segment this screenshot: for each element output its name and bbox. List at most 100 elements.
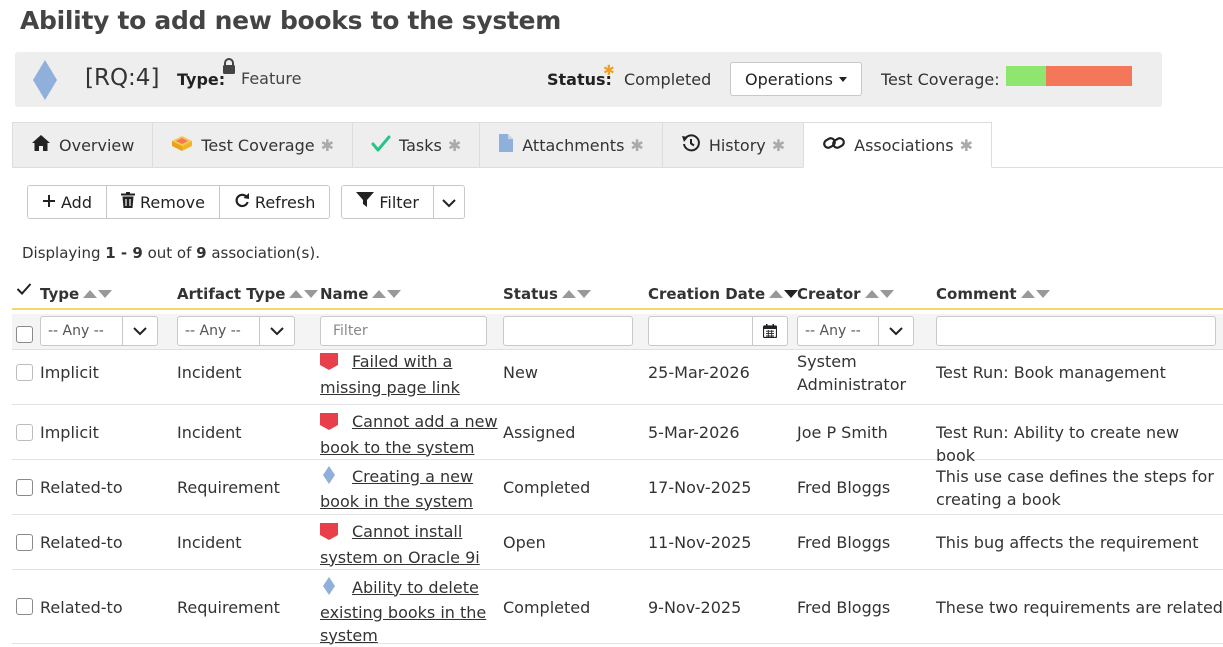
row-checkbox[interactable] xyxy=(16,478,33,496)
column-header-status[interactable]: Status xyxy=(503,285,591,303)
artifact-name-link[interactable]: book in the system xyxy=(320,492,473,511)
row-checkbox[interactable] xyxy=(16,598,33,615)
column-header-creator[interactable]: Creator xyxy=(797,285,894,303)
sort-arrows-icon xyxy=(561,290,591,298)
test-coverage-label: Test Coverage: xyxy=(881,70,1000,89)
test-coverage-bar[interactable] xyxy=(1006,66,1132,86)
cell-type: Related-to xyxy=(40,597,123,617)
column-header-comment[interactable]: Comment xyxy=(936,285,1050,303)
home-icon xyxy=(31,134,51,156)
artifact-name-link[interactable]: missing page link xyxy=(320,378,460,397)
cell-creator: System Administrator xyxy=(797,351,907,394)
display-count: Displaying 1 - 9 out of 9 association(s)… xyxy=(22,244,320,262)
tab-associations[interactable]: Associations ✱ xyxy=(803,122,992,168)
filter-dropdown-button[interactable] xyxy=(433,186,464,218)
refresh-button[interactable]: Refresh xyxy=(219,186,330,218)
operations-button[interactable]: Operations xyxy=(730,62,862,96)
artifact-token: [RQ:4] xyxy=(85,65,160,91)
artifact-name-link[interactable]: system xyxy=(320,626,378,645)
artifact-name-link[interactable]: Ability to delete xyxy=(352,578,479,597)
type-value: Feature xyxy=(241,69,302,88)
associations-toolbar: Add Remove Refresh Filter xyxy=(27,185,465,219)
tab-label: Tasks xyxy=(398,135,442,155)
document-icon xyxy=(498,133,514,157)
artifact-name-link[interactable]: existing books in the xyxy=(320,603,486,622)
row-checkbox[interactable] xyxy=(16,363,33,381)
cell-artifact-type: Incident xyxy=(177,533,242,552)
status-value: Completed xyxy=(624,70,712,89)
tab-overview[interactable]: Overview xyxy=(12,122,153,168)
filter-button[interactable]: Filter xyxy=(342,186,434,218)
column-header-type[interactable]: Type xyxy=(40,285,113,303)
cell-type: Related-to xyxy=(40,533,123,552)
cell-creation-date: 11-Nov-2025 xyxy=(648,533,752,552)
caret-down-icon xyxy=(838,76,847,82)
requirement-diamond-icon xyxy=(33,60,57,104)
sort-arrows-icon xyxy=(289,290,319,298)
tab-label: Test Coverage xyxy=(201,135,315,155)
cell-comment: This bug affects the requirement xyxy=(936,533,1199,552)
column-header-artifact-type[interactable]: Artifact Type xyxy=(177,285,319,303)
tab-test-coverage[interactable]: Test Coverage ✱ xyxy=(152,122,352,168)
artifact-name-link[interactable]: Failed with a xyxy=(352,352,452,371)
tab-history[interactable]: History ✱ xyxy=(661,122,804,168)
chevron-down-icon xyxy=(442,193,456,212)
artifact-name-link[interactable]: Creating a new xyxy=(352,467,473,486)
cell-creation-date: 25-Mar-2026 xyxy=(648,363,750,382)
row-checkbox[interactable] xyxy=(16,533,33,551)
incident-flag-icon xyxy=(320,412,338,436)
test-coverage-icon xyxy=(171,134,193,156)
select-all-check-icon[interactable] xyxy=(16,282,32,296)
tab-tasks[interactable]: Tasks ✱ xyxy=(351,122,480,168)
cell-artifact-type: Incident xyxy=(177,423,242,442)
required-star-icon: ✱ xyxy=(603,63,615,79)
cell-creator: Fred Bloggs xyxy=(797,478,891,497)
refresh-label: Refresh xyxy=(254,192,316,212)
column-header-creation-date[interactable]: Creation Date xyxy=(648,285,799,303)
cell-name: Creating a new book in the system xyxy=(320,465,500,513)
has-data-asterisk-icon: ✱ xyxy=(771,135,786,155)
artifact-name-link[interactable]: Cannot add a new xyxy=(352,412,498,431)
has-data-asterisk-icon: ✱ xyxy=(630,135,644,155)
requirement-diamond-icon xyxy=(323,576,335,601)
artifact-name-link[interactable]: book to the system xyxy=(320,438,474,457)
artifact-header: [RQ:4] Type: Feature Status: ✱ Completed… xyxy=(15,52,1162,107)
sort-arrows-icon xyxy=(372,290,402,298)
has-data-asterisk-icon: ✱ xyxy=(447,135,462,155)
filter-button-group: Filter xyxy=(341,185,465,219)
lock-icon xyxy=(222,58,236,78)
column-header-name[interactable]: Name xyxy=(320,285,402,303)
tab-label: History xyxy=(708,135,766,155)
cell-creation-date: 9-Nov-2025 xyxy=(648,597,742,617)
cell-creation-date: 5-Mar-2026 xyxy=(648,423,740,442)
funnel-icon xyxy=(356,192,375,212)
cell-comment: These two requirements are related xyxy=(936,597,1223,617)
add-button[interactable]: Add xyxy=(28,186,107,218)
tab-label: Associations xyxy=(854,135,954,155)
coverage-passed-segment xyxy=(1006,66,1047,86)
cell-artifact-type: Requirement xyxy=(177,597,280,617)
cell-comment: This use case defines the steps for creat… xyxy=(936,466,1214,509)
cell-type: Implicit xyxy=(40,363,99,382)
tab-strip: Overview Test Coverage ✱ Tasks ✱ Attachm… xyxy=(12,122,992,168)
cell-type: Implicit xyxy=(40,423,99,442)
check-icon xyxy=(371,134,391,156)
cell-status: New xyxy=(503,363,538,382)
incident-flag-icon xyxy=(320,522,338,546)
cell-artifact-type: Incident xyxy=(177,363,242,382)
remove-button[interactable]: Remove xyxy=(106,186,220,218)
cell-name: Failed with a missing page link xyxy=(320,350,500,399)
cell-creation-date: 17-Nov-2025 xyxy=(648,478,752,497)
artifact-name-link[interactable]: Cannot install xyxy=(352,522,462,541)
tab-label: Attachments xyxy=(522,135,625,155)
page-title: Ability to add new books to the system xyxy=(20,6,561,35)
edit-button-group: Add Remove Refresh xyxy=(27,185,331,219)
artifact-name-link[interactable]: system on Oracle 9i xyxy=(320,548,480,567)
type-label: Type: xyxy=(177,70,226,89)
coverage-failed-segment xyxy=(1046,66,1132,86)
tab-attachments[interactable]: Attachments ✱ xyxy=(479,122,662,168)
row-checkbox[interactable] xyxy=(16,423,33,441)
cell-status: Open xyxy=(503,533,546,552)
cell-name: Cannot install system on Oracle 9i xyxy=(320,520,500,569)
cell-artifact-type: Requirement xyxy=(177,478,280,497)
